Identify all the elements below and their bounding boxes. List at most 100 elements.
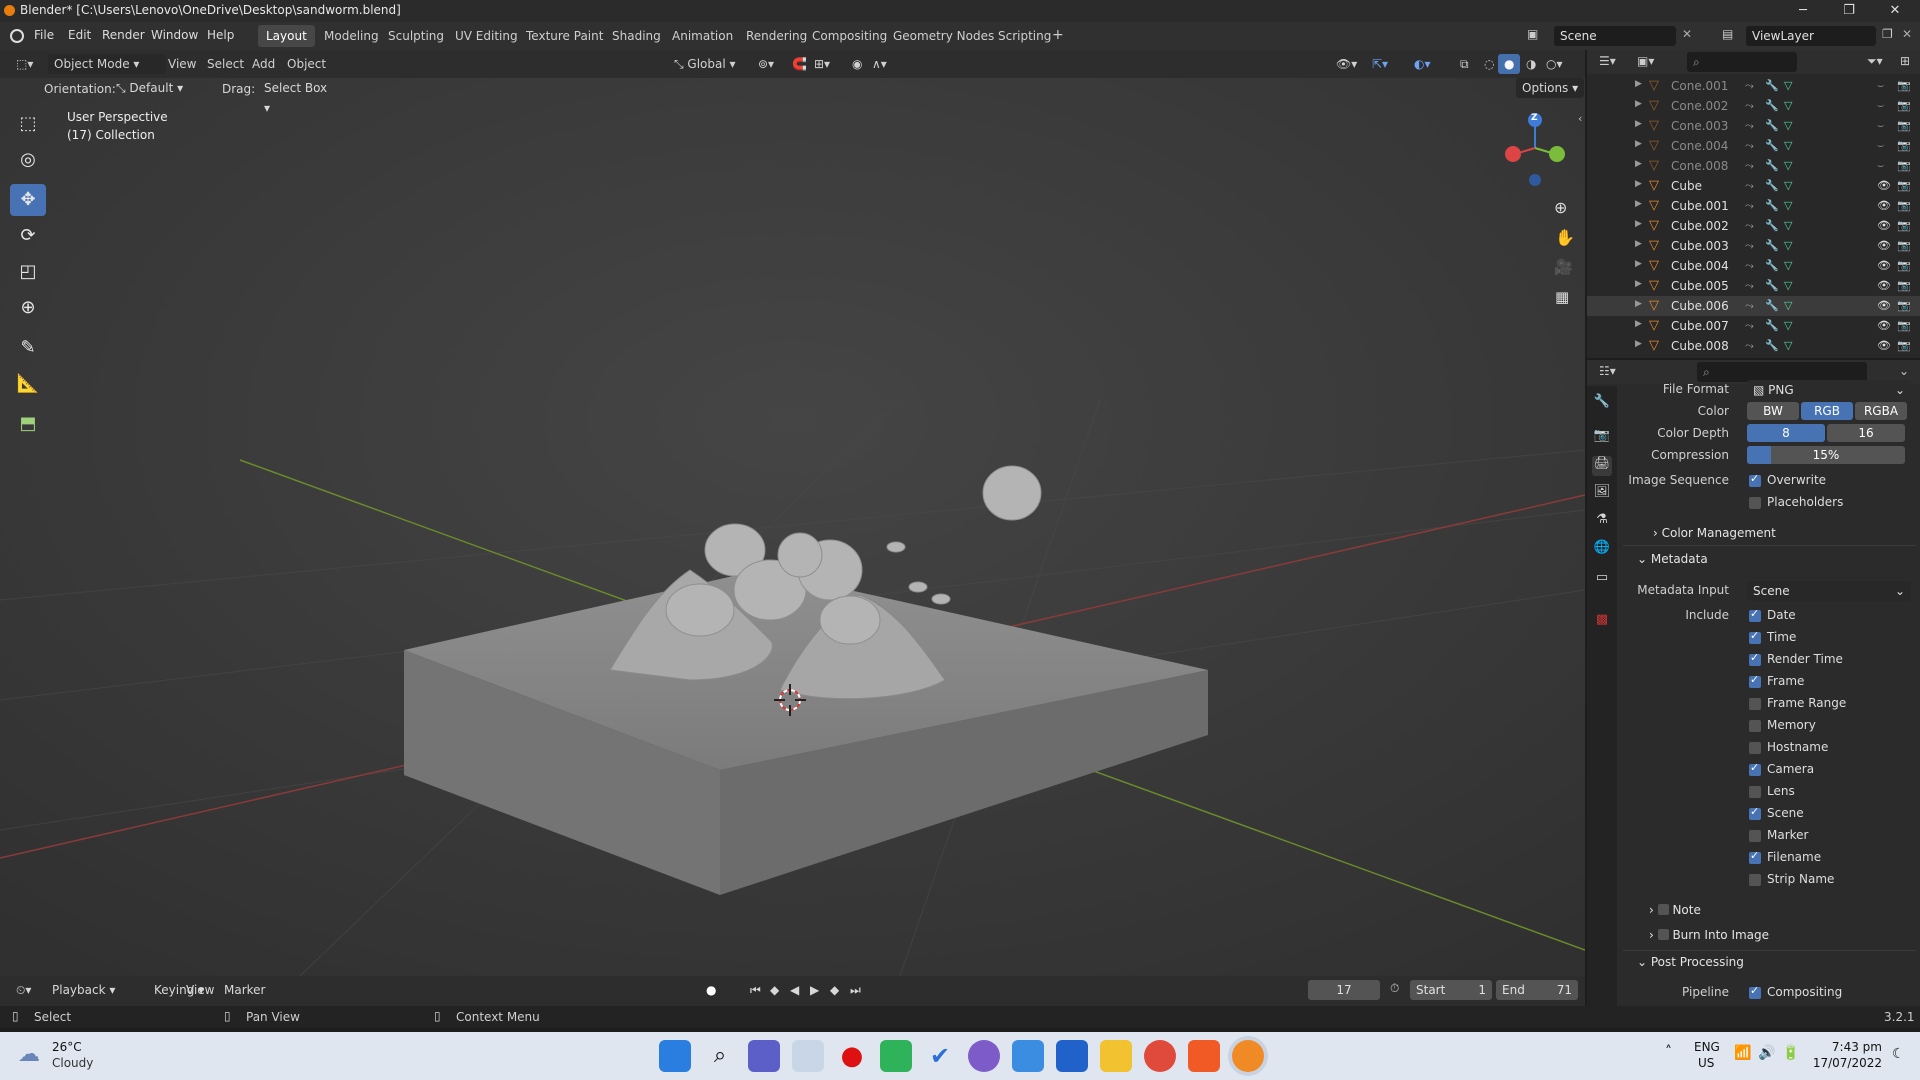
workspace-tab-scripting[interactable]: Scripting — [990, 25, 1059, 47]
drag-dropdown[interactable]: Select Box ▾ — [258, 78, 340, 115]
xray-toggle-icon[interactable]: ⧉ — [1454, 54, 1475, 74]
hidden-eye-icon[interactable]: ⌣ — [1877, 159, 1884, 173]
include-marker-checkbox[interactable] — [1749, 830, 1761, 842]
ortho-grid-icon[interactable]: ▦ — [1555, 288, 1569, 306]
zoom-icon[interactable]: ⊕ — [1554, 198, 1567, 217]
viber-icon[interactable] — [968, 1040, 1000, 1072]
brave-browser-icon[interactable] — [1188, 1040, 1220, 1072]
file-explorer-icon[interactable] — [1100, 1040, 1132, 1072]
workspace-tab-shading[interactable]: Shading — [604, 25, 669, 47]
camera-view-icon[interactable]: 🎥 — [1554, 258, 1573, 276]
gizmo-toggle-icon[interactable]: ⇱▾ — [1366, 54, 1394, 74]
outliner-row[interactable]: ▶ ▽ Cube.006 ⤳ 🔧 ▽ 👁 📷 — [1587, 296, 1920, 316]
outliner-row[interactable]: ▶ ▽ Cone.008 ⤳ 🔧 ▽ ⌣ 📷 — [1587, 156, 1920, 176]
workspace-tab-uv-editing[interactable]: UV Editing — [447, 25, 526, 47]
outliner-row[interactable]: ▶ ▽ Cone.003 ⤳ 🔧 ▽ ⌣ 📷 — [1587, 116, 1920, 136]
workspace-tab-animation[interactable]: Animation — [664, 25, 741, 47]
todo-check-icon[interactable]: ✔ — [924, 1040, 956, 1072]
outliner-row[interactable]: ▶ ▽ Cone.004 ⤳ 🔧 ▽ ⌣ 📷 — [1587, 136, 1920, 156]
sidebar-toggle-icon[interactable]: ‹ — [1578, 112, 1582, 125]
select-menu[interactable]: Select — [201, 54, 250, 74]
falloff-icon[interactable]: ∧▾ — [866, 54, 893, 74]
viewlayer-icon[interactable]: ▤ — [1722, 27, 1733, 41]
camera-render-icon[interactable]: 📷 — [1897, 339, 1911, 352]
viewlayer-selector[interactable]: ViewLayer — [1746, 26, 1876, 46]
menu-help[interactable]: Help — [207, 28, 234, 42]
transform-tool-icon[interactable]: ⊕ — [10, 292, 46, 324]
next-keyframe-icon[interactable]: ◆ — [824, 980, 845, 1000]
start-frame-field[interactable]: Start 1 — [1410, 980, 1492, 1000]
color-depth-option-8[interactable]: 8 — [1747, 424, 1825, 442]
color-option-bw[interactable]: BW — [1747, 402, 1799, 420]
annotate-tool-icon[interactable]: ✎ — [10, 332, 46, 364]
azure-app-icon[interactable] — [1012, 1040, 1044, 1072]
expand-arrow-icon[interactable]: ▶ — [1635, 79, 1642, 89]
camera-render-icon[interactable]: 📷 — [1897, 259, 1911, 272]
placeholders-checkbox[interactable] — [1749, 497, 1761, 509]
prev-keyframe-icon[interactable]: ◆ — [764, 980, 785, 1000]
options-dropdown[interactable]: Options ▾ — [1516, 78, 1585, 98]
outliner-row[interactable]: ▶ ▽ Cube.008 ⤳ 🔧 ▽ 👁 📷 — [1587, 336, 1920, 356]
burn-into-image-subpanel[interactable]: › Burn Into Image — [1649, 928, 1769, 942]
scene-tab-icon[interactable]: ⚗ — [1592, 512, 1612, 532]
note-checkbox[interactable] — [1657, 904, 1669, 915]
include-memory-checkbox[interactable] — [1749, 720, 1761, 732]
expand-arrow-icon[interactable]: ▶ — [1635, 219, 1642, 229]
expand-arrow-icon[interactable]: ▶ — [1635, 339, 1642, 349]
jump-end-icon[interactable]: ⏭ — [844, 980, 867, 1000]
menu-file[interactable]: File — [34, 28, 54, 42]
outliner-search-input[interactable]: ⌕ — [1687, 52, 1797, 72]
expand-arrow-icon[interactable]: ▶ — [1635, 299, 1642, 309]
outliner-row[interactable]: ▶ ▽ Cube.007 ⤳ 🔧 ▽ 👁 📷 — [1587, 316, 1920, 336]
overlays-toggle-icon[interactable]: ◐▾ — [1408, 54, 1437, 74]
timeline-view-menu[interactable]: View — [180, 980, 220, 1000]
close-button[interactable]: ✕ — [1872, 0, 1918, 22]
clock-date[interactable]: 17/07/2022 — [1808, 1056, 1882, 1070]
expand-arrow-icon[interactable]: ▶ — [1635, 319, 1642, 329]
snap-target-icon[interactable]: ⊞▾ — [808, 54, 836, 74]
hidden-eye-icon[interactable]: ⌣ — [1877, 79, 1884, 93]
language-code[interactable]: ENG — [1694, 1040, 1720, 1054]
outliner-row[interactable]: ▶ ▽ Cube.002 ⤳ 🔧 ▽ 👁 📷 — [1587, 216, 1920, 236]
blender-menu-icon[interactable] — [10, 29, 24, 43]
outliner-row[interactable]: ▶ ▽ Cone.002 ⤳ 🔧 ▽ ⌣ 📷 — [1587, 96, 1920, 116]
orientation-dropdown[interactable]: ⤡ Default ▾ — [110, 78, 216, 98]
expand-arrow-icon[interactable]: ▶ — [1635, 119, 1642, 129]
transform-orientation-dropdown[interactable]: ⤡ Global ▾ — [668, 54, 758, 74]
minimize-button[interactable]: ─ — [1780, 0, 1826, 22]
workspace-tab-sculpting[interactable]: Sculpting — [380, 25, 452, 47]
expand-arrow-icon[interactable]: ▶ — [1635, 199, 1642, 209]
color-option-rgb[interactable]: RGB — [1801, 402, 1853, 420]
notifications-icon[interactable]: ☾ — [1892, 1046, 1905, 1062]
include-time-checkbox[interactable] — [1749, 629, 1761, 644]
play-icon[interactable]: ▶ — [804, 980, 825, 1000]
properties-search-input[interactable]: ⌕ — [1697, 362, 1867, 382]
scene-selector[interactable]: Scene — [1554, 26, 1676, 46]
camera-render-icon[interactable]: 📷 — [1897, 99, 1911, 112]
camera-render-icon[interactable]: 📷 — [1897, 119, 1911, 132]
workspace-tab-texture-paint[interactable]: Texture Paint — [518, 25, 611, 47]
start-menu-icon[interactable] — [659, 1040, 691, 1072]
scale-tool-icon[interactable]: ◰ — [10, 256, 46, 288]
editor-type-icon[interactable]: ⬚▾ — [10, 54, 39, 74]
end-frame-field[interactable]: End 71 — [1496, 980, 1578, 1000]
eye-icon[interactable]: 👁 — [1877, 299, 1891, 312]
camera-render-icon[interactable]: 📷 — [1897, 139, 1911, 152]
chrome-icon[interactable] — [1144, 1040, 1176, 1072]
metadata-panel-header[interactable]: ⌄ Metadata — [1637, 552, 1708, 566]
hidden-eye-icon[interactable]: ⌣ — [1877, 119, 1884, 133]
compositing-checkbox[interactable] — [1749, 984, 1761, 999]
record-app-icon[interactable]: ● — [836, 1040, 868, 1072]
viewlayer-copy-icon[interactable]: ❐ — [1882, 27, 1893, 41]
scene-close-icon[interactable]: ✕ — [1682, 27, 1692, 41]
eye-icon[interactable]: 👁 — [1877, 179, 1891, 192]
play-reverse-icon[interactable]: ◀ — [784, 980, 805, 1000]
current-frame-field[interactable]: 17 — [1308, 980, 1380, 1000]
pivot-icon[interactable]: ⊚▾ — [752, 54, 780, 74]
add-cube-tool-icon[interactable]: ⬒ — [10, 408, 46, 440]
include-camera-checkbox[interactable] — [1749, 761, 1761, 776]
eye-icon[interactable]: 👁 — [1877, 339, 1891, 352]
language-region[interactable]: US — [1698, 1056, 1714, 1070]
search-icon[interactable]: ⌕ — [704, 1040, 736, 1072]
rendered-shading-icon[interactable]: ○▾ — [1540, 54, 1569, 74]
